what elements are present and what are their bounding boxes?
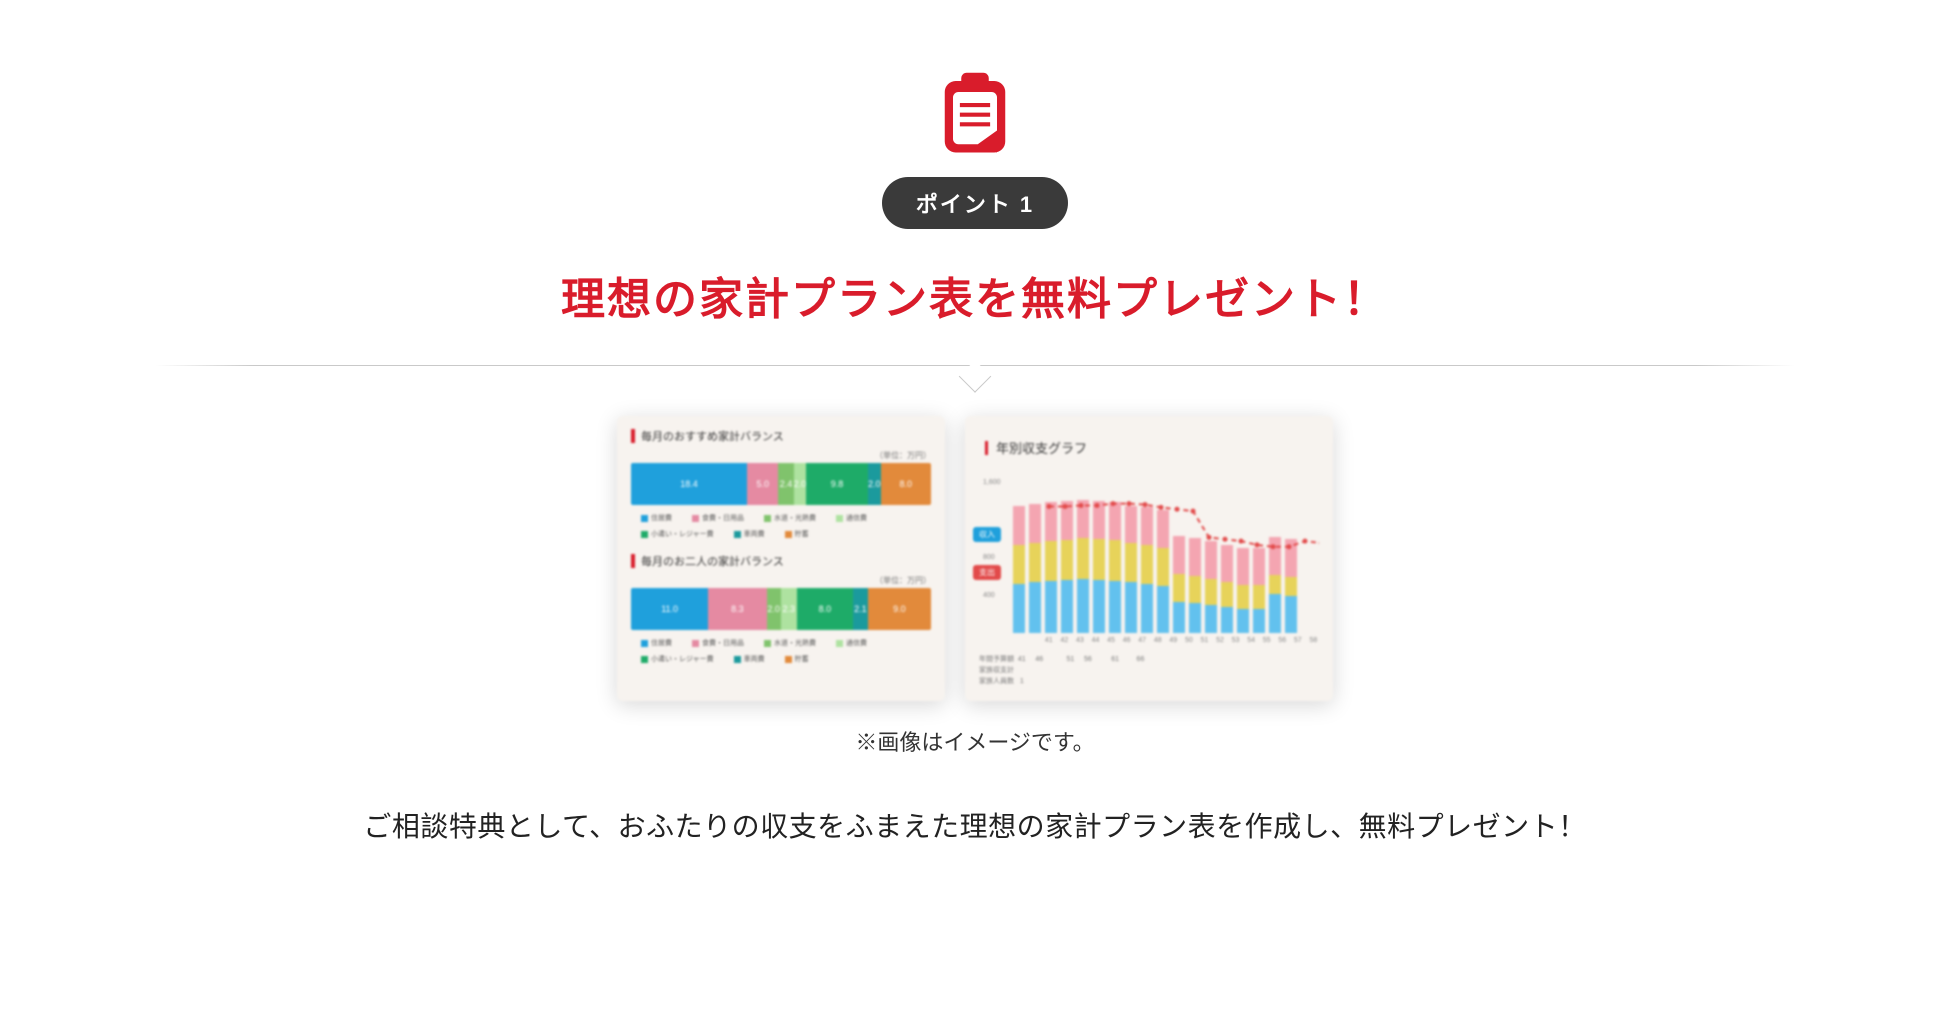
plan-image-row: 毎月のおすすめ家計バランス （単位：万円） 18.45.02.42.09.82.… bbox=[0, 416, 1950, 701]
plan-card-left: 毎月のおすすめ家計バランス （単位：万円） 18.45.02.42.09.82.… bbox=[617, 416, 945, 701]
section-divider bbox=[155, 365, 1795, 366]
clipboard-icon bbox=[931, 70, 1019, 158]
headline: 理想の家計プラン表を無料プレゼント！ bbox=[0, 263, 1950, 327]
point-badge: ポイント 1 bbox=[882, 177, 1068, 229]
plan-card-right: 年別収支グラフ 4008001,600 収入 支出 41424344454647… bbox=[965, 416, 1333, 701]
description-text: ご相談特典として、おふたりの収支をふまえた理想の家計プラン表を作成し、無料プレゼ… bbox=[0, 805, 1950, 845]
image-caption: ※画像はイメージです。 bbox=[0, 725, 1950, 757]
